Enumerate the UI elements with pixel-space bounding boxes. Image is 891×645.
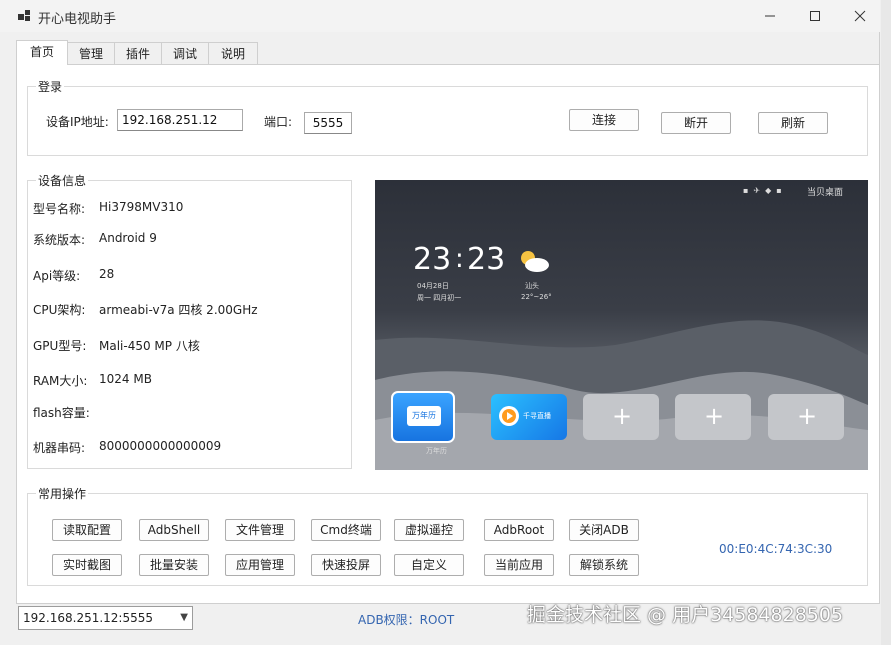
app-manager-button[interactable]: 应用管理 [225,554,295,576]
common-ops-group-title: 常用操作 [36,485,89,502]
serial-label: 机器串码: [33,441,86,455]
adbroot-button[interactable]: AdbRoot [484,519,554,541]
app-tile-calendar[interactable]: 万年历 [391,391,455,443]
flash-label: flash容量: [33,406,90,420]
status-icons: ▪✈◆▪ [743,186,787,195]
custom-button[interactable]: 自定义 [394,554,464,576]
login-group-title: 登录 [36,78,65,95]
ip-input[interactable]: 192.168.251.12 [117,109,243,131]
quick-cast-button[interactable]: 快速投屏 [311,554,381,576]
model-label: 型号名称: [33,202,86,216]
add-app-slot-3[interactable]: + [768,394,844,440]
file-manager-button[interactable]: 文件管理 [225,519,295,541]
chevron-down-icon: ▼ [180,612,188,623]
adbshell-button[interactable]: AdbShell [139,519,209,541]
port-label: 端口: [264,115,293,129]
tab-manage[interactable]: 管理 [67,42,115,64]
api-level-label: Api等级: [33,269,81,283]
ip-label: 设备IP地址: [46,115,109,129]
device-select-value: 192.168.251.12:5555 [23,611,154,625]
tv-lunar-date: 周一 四月初一 [417,294,462,302]
screenshot-button[interactable]: 实时截图 [52,554,122,576]
play-icon [499,406,519,426]
disconnect-button[interactable]: 断开 [661,112,731,134]
minimize-button[interactable] [750,4,790,28]
launcher-name: 当贝桌面 [807,188,844,198]
watermark: 掘金技术社区 @ 用户34584828505 [527,604,844,626]
gpu-label: GPU型号: [33,339,87,353]
tv-city: 汕头 [525,282,539,290]
minimize-icon [765,15,775,17]
model-value: Hi3798MV310 [99,200,184,214]
add-app-slot-1[interactable]: + [583,394,659,440]
weather-partly-cloudy-icon [521,251,549,272]
api-level-value: 28 [99,267,115,281]
maximize-button[interactable] [795,4,835,28]
device-select[interactable]: 192.168.251.12:5555 ▼ [18,606,193,630]
os-version-label: 系统版本: [33,233,86,247]
close-button[interactable] [840,4,880,28]
plus-icon: + [704,402,725,430]
cmd-terminal-button[interactable]: Cmd终端 [311,519,381,541]
tv-temperature: 22°~26° [521,293,552,301]
tab-home[interactable]: 首页 [16,40,68,65]
port-input[interactable]: 5555 [304,112,352,134]
clock-colon: : [455,244,464,274]
refresh-button[interactable]: 刷新 [758,112,828,134]
cpu-label: CPU架构: [33,303,86,317]
add-app-slot-2[interactable]: + [675,394,751,440]
maximize-icon [810,11,820,21]
title-bar: 开心电视助手 [0,0,880,32]
mac-address: 00:E0:4C:74:3C:30 [719,542,833,556]
ram-label: RAM大小: [33,374,88,388]
device-info-group-title: 设备信息 [36,172,89,189]
tab-plugins[interactable]: 插件 [114,42,162,64]
tv-date: 04月28日 [417,282,449,290]
ram-value: 1024 MB [99,372,152,386]
close-adb-button[interactable]: 关闭ADB [569,519,639,541]
serial-value: 8000000000000009 [99,439,222,453]
read-config-button[interactable]: 读取配置 [52,519,122,541]
background-window-strip [881,0,891,645]
window-title: 开心电视助手 [38,12,117,27]
os-version-value: Android 9 [99,231,157,245]
adb-permission-status: ADB权限：ROOT [358,613,455,627]
app-tile-live-tv[interactable]: 千寻直播 [491,394,567,440]
tab-help[interactable]: 说明 [208,42,258,64]
device-info-group: 设备信息 [27,172,352,469]
clock-hours: 23 [413,242,452,277]
unlock-system-button[interactable]: 解锁系统 [569,554,639,576]
gpu-value: Mali-450 MP 八核 [99,339,200,353]
current-app-button[interactable]: 当前应用 [484,554,554,576]
tab-debug[interactable]: 调试 [161,42,209,64]
plus-icon: + [612,402,633,430]
close-icon [854,10,866,22]
virtual-remote-button[interactable]: 虚拟遥控 [394,519,464,541]
calendar-icon: 万年历 [407,406,441,426]
clock-minutes: 23 [467,242,506,277]
app-window: 开心电视助手 首页 管理 插件 调试 说明 登录 设备IP地址: 192.168… [0,0,880,640]
batch-install-button[interactable]: 批量安装 [139,554,209,576]
connect-button[interactable]: 连接 [569,109,639,131]
cpu-value: armeabi-v7a 四核 2.00GHz [99,303,258,317]
app-caption-calendar: 万年历 [426,447,447,455]
app-icon [18,10,30,21]
tv-screenshot-preview[interactable]: ▪✈◆▪ 当贝桌面 23 : 23 04月28日 周一 四月初一 汕头 22°~… [375,180,868,470]
live-tv-name: 千寻直播 [523,412,551,420]
plus-icon: + [797,402,818,430]
